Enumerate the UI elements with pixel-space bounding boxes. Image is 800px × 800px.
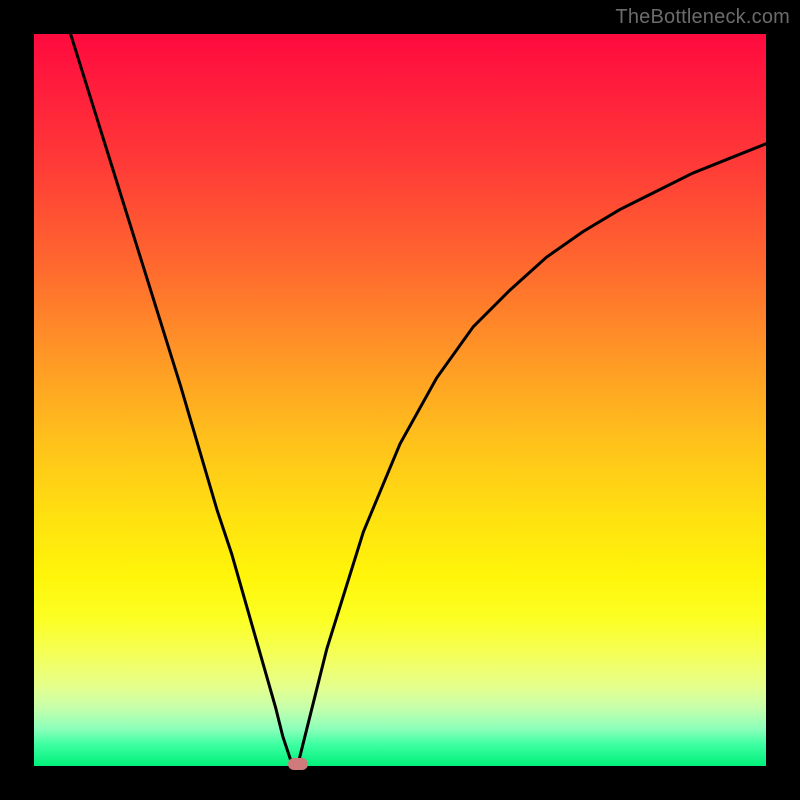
chart-frame: TheBottleneck.com <box>0 0 800 800</box>
bottleneck-curve <box>34 34 766 766</box>
plot-area <box>34 34 766 766</box>
optimum-marker <box>288 758 308 770</box>
curve-path <box>71 34 766 766</box>
attribution-text: TheBottleneck.com <box>615 6 790 29</box>
